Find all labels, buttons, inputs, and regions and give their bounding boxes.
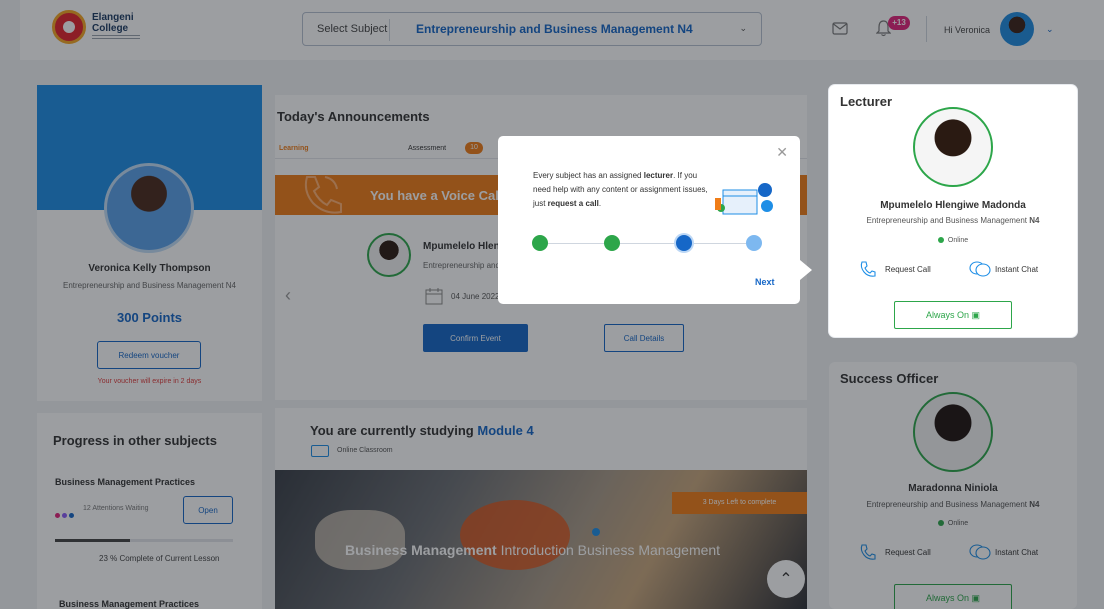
lecturer-subject-level: N4: [1029, 216, 1040, 225]
request-call-label: Request Call: [885, 265, 931, 274]
lecturer-always-on-button[interactable]: Always On ▣: [894, 301, 1012, 329]
step-connector: [620, 243, 676, 244]
chat-icon: [969, 261, 991, 277]
close-icon[interactable]: ✕: [776, 144, 788, 161]
onboarding-stepper: [532, 235, 762, 251]
tooltip-message: Every subject has an assigned lecturer. …: [533, 169, 709, 211]
lecturer-name: Mpumelelo Hlengiwe Madonda: [880, 200, 1026, 211]
step-4[interactable]: [746, 235, 762, 251]
next-button[interactable]: Next: [755, 277, 775, 287]
calendar-illustration-icon: [715, 183, 773, 215]
step-1[interactable]: [532, 235, 548, 251]
tooltip-text-request: request a call: [547, 199, 599, 208]
onboarding-tooltip: ✕ Every subject has an assigned lecturer…: [498, 136, 800, 304]
lecturer-card: Lecturer Mpumelelo Hlengiwe Madonda Entr…: [829, 85, 1077, 337]
lecturer-status: Online: [829, 237, 1077, 244]
tooltip-text-lecturer: lecturer: [643, 171, 674, 180]
tooltip-text-part: Every subject has an assigned: [533, 171, 644, 180]
instant-chat-label: Instant Chat: [995, 265, 1039, 274]
lecturer-subject: Entrepreneurship and Business Management…: [829, 216, 1077, 225]
lecturer-heading: Lecturer: [840, 94, 893, 109]
tooltip-text-part: .: [598, 199, 602, 208]
step-connector: [548, 243, 604, 244]
phone-icon: [860, 261, 876, 277]
step-connector: [692, 243, 746, 244]
video-camera-icon: ▣: [971, 309, 981, 320]
lecturer-avatar: [913, 107, 993, 187]
tooltip-pointer: [800, 260, 812, 280]
step-2[interactable]: [604, 235, 620, 251]
always-on-label: Always On: [925, 309, 969, 320]
lecturer-subject-name: Entrepreneurship and Business Management: [866, 216, 1028, 225]
step-3[interactable]: [676, 235, 692, 251]
